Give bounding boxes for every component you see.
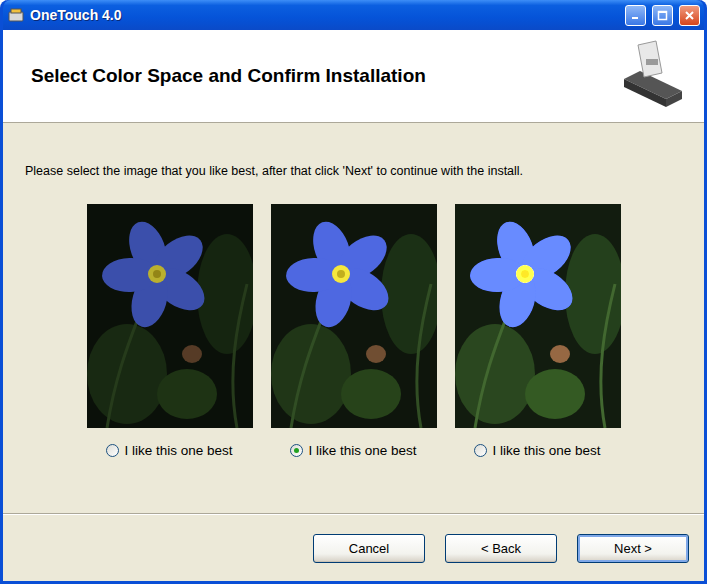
- image-options: I like this one best I like this one best…: [3, 204, 704, 460]
- radio-circle[interactable]: [290, 444, 303, 457]
- option-radio[interactable]: I like this one best: [290, 440, 416, 460]
- scanner-icon: [616, 39, 686, 113]
- minimize-icon: [630, 10, 641, 21]
- close-button[interactable]: [679, 5, 700, 26]
- dialog-button[interactable]: Next >: [577, 534, 689, 563]
- maximize-button[interactable]: [652, 5, 673, 26]
- header-title: Select Color Space and Confirm Installat…: [31, 65, 426, 87]
- dialog-button[interactable]: < Back: [445, 534, 557, 563]
- maximize-icon: [657, 10, 668, 21]
- image-option: I like this one best: [87, 204, 253, 460]
- flower-photo[interactable]: [87, 204, 253, 428]
- option-radio[interactable]: I like this one best: [474, 440, 600, 460]
- window-title: OneTouch 4.0: [30, 7, 619, 23]
- title-bar: OneTouch 4.0: [3, 0, 704, 30]
- instruction-text: Please select the image that you like be…: [25, 163, 704, 179]
- radio-circle[interactable]: [474, 444, 487, 457]
- radio-circle[interactable]: [106, 444, 119, 457]
- content: Please select the image that you like be…: [3, 123, 704, 581]
- flower-photo[interactable]: [271, 204, 437, 428]
- button-bar: Cancel < Back Next >: [3, 515, 704, 581]
- installer-window: OneTouch 4.0 Select Color Space and Confi…: [0, 0, 707, 584]
- image-option: I like this one best: [455, 204, 621, 460]
- header: Select Color Space and Confirm Installat…: [3, 30, 704, 123]
- minimize-button[interactable]: [625, 5, 646, 26]
- image-option: I like this one best: [271, 204, 437, 460]
- flower-photo[interactable]: [455, 204, 621, 428]
- option-radio[interactable]: I like this one best: [106, 440, 232, 460]
- radio-label[interactable]: I like this one best: [492, 443, 600, 458]
- close-icon: [684, 10, 695, 21]
- dialog-button[interactable]: Cancel: [313, 534, 425, 563]
- footer-separator: [3, 513, 704, 515]
- radio-label[interactable]: I like this one best: [308, 443, 416, 458]
- radio-label[interactable]: I like this one best: [124, 443, 232, 458]
- app-icon: [8, 7, 24, 23]
